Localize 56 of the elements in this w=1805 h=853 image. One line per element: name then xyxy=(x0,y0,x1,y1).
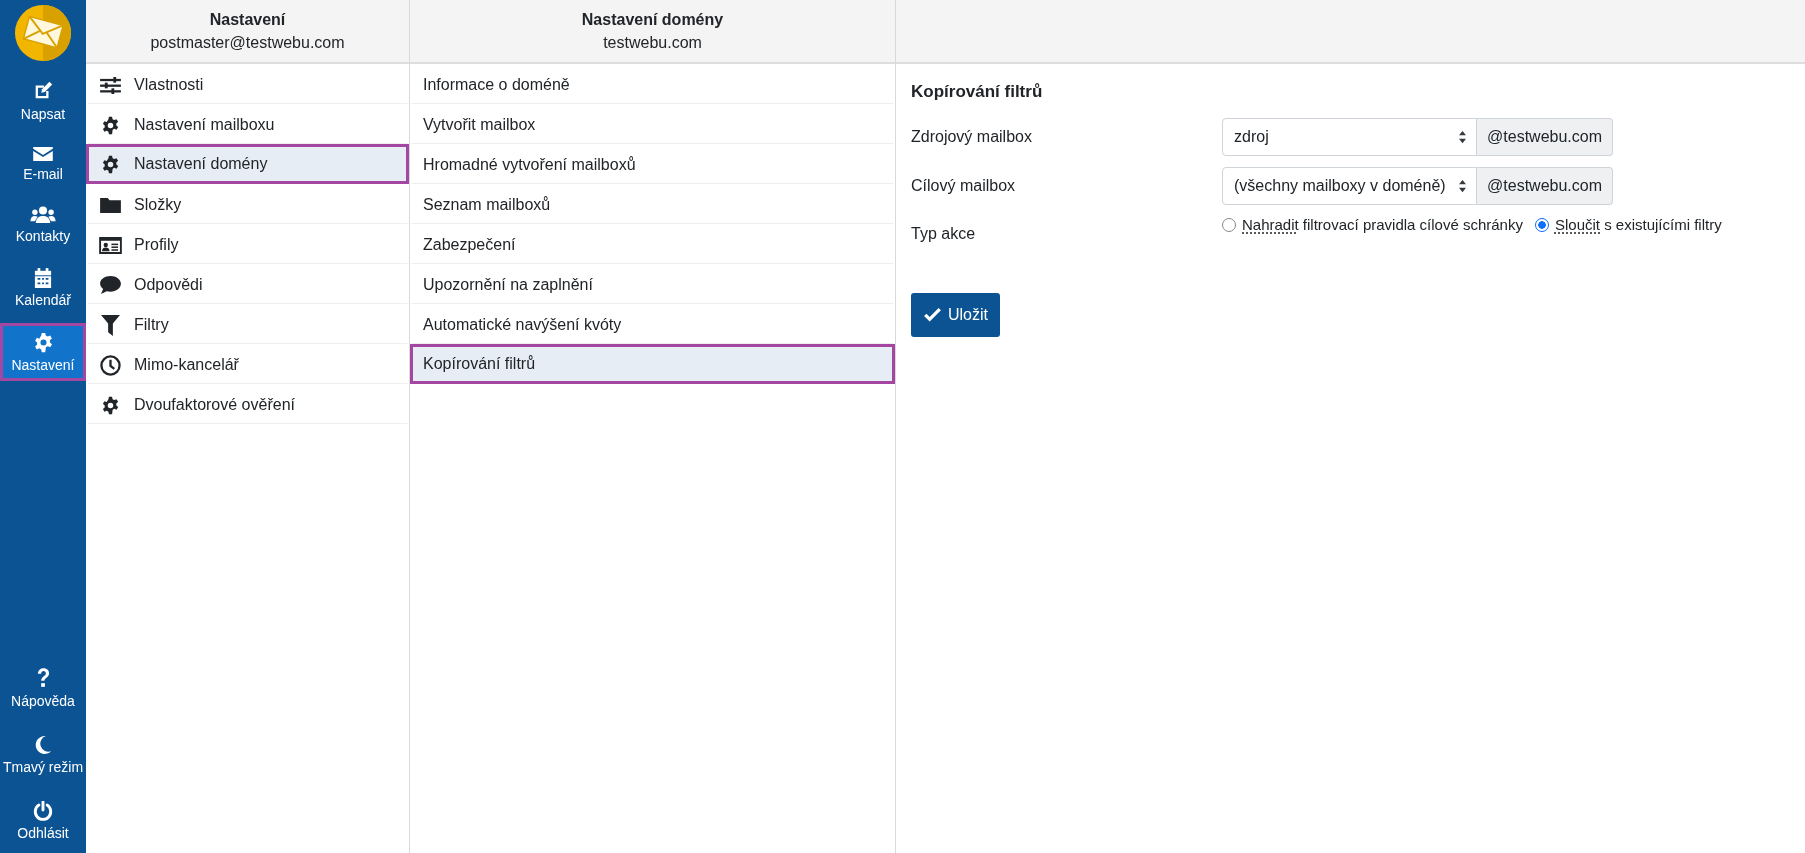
nav-item[interactable]: Nápověda xyxy=(0,659,86,717)
question-mark-icon xyxy=(36,668,50,689)
field-label: Zdrojový mailbox xyxy=(911,127,1033,146)
nav-item[interactable]: Napsat xyxy=(0,71,86,130)
nav-item[interactable]: Kontakty xyxy=(0,197,86,252)
nav-item[interactable]: Odhlásit xyxy=(0,792,86,849)
power-icon xyxy=(33,801,53,821)
domain-suffix: @testwebu.com xyxy=(1477,117,1613,156)
calendar-icon xyxy=(34,268,52,288)
field-label: Typ akce xyxy=(911,224,977,243)
account-email: postmaster@testwebu.com xyxy=(150,33,345,52)
field-label: Cílový mailbox xyxy=(911,176,1017,195)
domain-suffix: @testwebu.com xyxy=(1477,166,1613,205)
moon-icon xyxy=(34,735,52,755)
menu-item[interactable]: Kopírování filtrů xyxy=(410,344,895,384)
nav-item[interactable]: Kalendář xyxy=(0,259,86,316)
people-icon xyxy=(30,206,56,224)
clock-icon xyxy=(99,354,122,376)
envelope-icon xyxy=(32,146,54,162)
save-button[interactable]: Uložit xyxy=(911,293,1000,337)
menu-item[interactable]: Odpovědi xyxy=(86,264,409,304)
radio-label[interactable]: Sloučit s existujícími filtry xyxy=(1554,216,1722,233)
column-title: Nastavení xyxy=(209,10,286,29)
menu-item[interactable]: Filtry xyxy=(86,304,409,344)
checkmark-icon xyxy=(923,307,942,323)
menu-item[interactable]: Nastavení domény xyxy=(86,144,409,184)
nav-item[interactable]: E-mail xyxy=(0,137,86,190)
form-title: Kopírování filtrů xyxy=(911,82,1044,102)
menu-item[interactable]: Vlastnosti xyxy=(86,64,409,104)
mailbox-select[interactable]: zdroj xyxy=(1222,117,1478,156)
folder-icon xyxy=(99,196,122,214)
radio-button[interactable] xyxy=(1534,217,1549,232)
id-card-icon xyxy=(99,236,122,254)
column-title: Nastavení domény xyxy=(581,10,724,29)
menu-item[interactable]: Mimo-kancelář xyxy=(86,344,409,384)
envelope-logo-icon xyxy=(14,4,72,62)
menu-item[interactable]: Upozornění na zaplnění xyxy=(410,264,895,304)
menu-item[interactable]: Seznam mailboxů xyxy=(410,184,895,224)
sliders-icon xyxy=(99,76,122,94)
menu-item[interactable]: Informace o doméně xyxy=(410,64,895,104)
menu-item[interactable]: Složky xyxy=(86,184,409,224)
domain-name: testwebu.com xyxy=(603,33,702,52)
menu-item[interactable]: Hromadné vytvoření mailboxů xyxy=(410,144,895,184)
speech-bubble-icon xyxy=(99,276,122,294)
radio-label[interactable]: Nahradit filtrovací pravidla cílové schránky xyxy=(1242,216,1523,233)
funnel-icon xyxy=(99,314,122,336)
menu-item[interactable]: Dvoufaktorové ověření xyxy=(86,384,409,424)
menu-item[interactable]: Zabezpečení xyxy=(410,224,895,264)
nav-item[interactable]: Nastavení xyxy=(0,323,86,381)
sort-caret-icon xyxy=(1458,129,1468,144)
mailbox-select[interactable]: (všechny mailboxy v doméně) xyxy=(1222,166,1478,205)
menu-item[interactable]: Vytvořit mailbox xyxy=(410,104,895,144)
sort-caret-icon xyxy=(1458,178,1468,193)
gear-icon xyxy=(32,332,54,353)
nav-item[interactable]: Tmavý režim xyxy=(0,726,86,783)
menu-item[interactable]: Profily xyxy=(86,224,409,264)
